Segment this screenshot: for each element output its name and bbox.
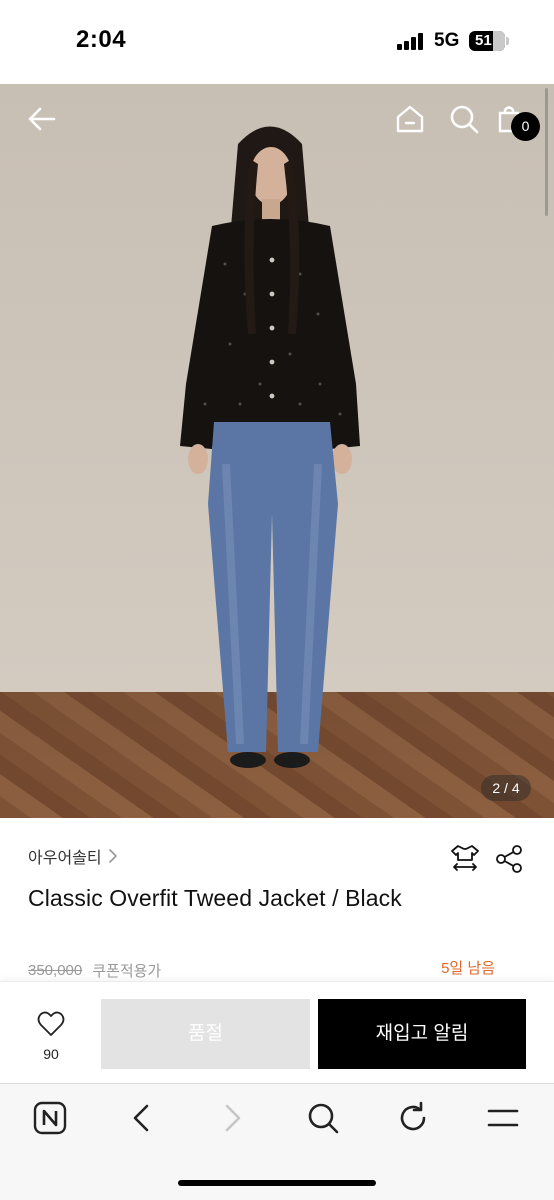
product-title: Classic Overfit Tweed Jacket / Black [28,885,402,911]
back-arrow-icon[interactable] [26,103,58,135]
product-image[interactable] [0,84,554,818]
battery-tip [506,37,509,45]
menu-icon[interactable] [486,1101,520,1135]
status-time: 2:04 [76,26,127,53]
like-count: 90 [43,1046,59,1062]
network-label: 5G [434,30,460,51]
status-bar: 2:04 5G 51 [0,0,554,84]
home-indicator[interactable] [178,1180,376,1186]
days-left-label: 5일 남음 [441,960,495,977]
browser-back-icon[interactable] [125,1101,159,1135]
share-icon[interactable] [494,844,524,874]
home-icon[interactable] [394,103,426,135]
size-guide-icon[interactable] [450,843,480,873]
browser-forward-icon[interactable] [215,1101,249,1135]
refresh-icon[interactable] [396,1101,430,1135]
original-price: 350,000 [28,961,83,979]
naver-n-icon[interactable] [33,1101,67,1135]
scroll-indicator[interactable] [545,88,548,216]
battery-icon: 51 [469,31,505,51]
brand-name: 아우어솔티 [28,850,102,867]
cart-count-badge[interactable]: 0 [511,112,540,141]
price-row: 350,000 쿠폰적용가 [28,959,161,981]
brand-link[interactable]: 아우어솔티 [28,845,118,867]
heart-icon [37,1011,65,1036]
gallery-page-indicator: 2 / 4 [481,775,531,801]
signal-icon [397,33,425,50]
model-figure [180,126,360,768]
chevron-right-icon [108,849,117,863]
browser-search-icon[interactable] [306,1101,340,1135]
like-button[interactable]: 90 [30,1011,72,1063]
battery-level: 51 [475,32,492,49]
restock-alert-button[interactable]: 재입고 알림 [318,999,526,1069]
search-icon[interactable] [448,103,480,135]
coupon-price-label: 쿠폰적용가 [92,962,162,980]
soldout-button[interactable]: 품절 [101,999,310,1069]
